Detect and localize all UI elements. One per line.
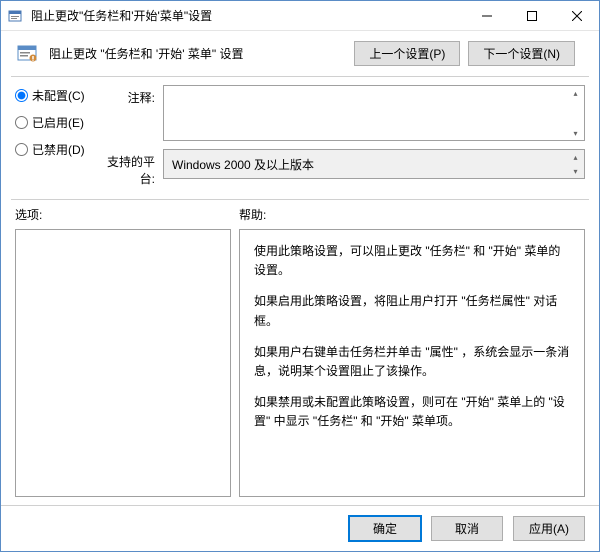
scroll-up-icon[interactable]: ▴ [567, 150, 584, 164]
comment-label: 注释: [95, 85, 155, 106]
radio-enabled-input[interactable] [15, 116, 28, 129]
next-setting-button[interactable]: 下一个设置(N) [468, 41, 575, 66]
fields-column: 注释: ▴ ▾ 支持的平台: Windows 2000 及以上版本 ▴ [95, 85, 585, 187]
help-label: 帮助: [239, 206, 266, 223]
radio-disabled[interactable]: 已禁用(D) [15, 141, 95, 158]
platform-label: 支持的平台: [95, 149, 155, 187]
radio-disabled-input[interactable] [15, 143, 28, 156]
config-section: 未配置(C) 已启用(E) 已禁用(D) 注释: ▴ ▾ [1, 85, 599, 195]
scroll-down-icon[interactable]: ▾ [567, 164, 584, 178]
help-paragraph: 如果禁用或未配置此策略设置，则可在 "开始" 菜单上的 "设置" 中显示 "任务… [254, 393, 570, 431]
help-panel: 使用此策略设置，可以阻止更改 "任务栏" 和 "开始" 菜单的设置。 如果启用此… [239, 229, 585, 497]
policy-title: 阻止更改 "任务栏和 '开始' 菜单" 设置 [49, 45, 344, 62]
supported-platform-box: Windows 2000 及以上版本 ▴ ▾ [163, 149, 585, 179]
divider [11, 199, 589, 200]
radio-label: 已禁用(D) [32, 141, 85, 158]
close-button[interactable] [554, 1, 599, 30]
panels-row: 使用此策略设置，可以阻止更改 "任务栏" 和 "开始" 菜单的设置。 如果启用此… [1, 229, 599, 505]
panel-labels: 选项: 帮助: [1, 206, 599, 229]
divider [11, 76, 589, 77]
scroll-down-icon[interactable]: ▾ [567, 126, 584, 140]
state-radio-group: 未配置(C) 已启用(E) 已禁用(D) [15, 85, 95, 187]
radio-label: 已启用(E) [32, 114, 84, 131]
titlebar: 阻止更改"任务栏和'开始'菜单"设置 [1, 1, 599, 31]
previous-setting-button[interactable]: 上一个设置(P) [354, 41, 460, 66]
window-controls [464, 1, 599, 30]
radio-enabled[interactable]: 已启用(E) [15, 114, 95, 131]
ok-button[interactable]: 确定 [349, 516, 421, 541]
minimize-button[interactable] [464, 1, 509, 30]
scroll-arrows: ▴ ▾ [567, 150, 584, 178]
options-panel [15, 229, 231, 497]
cancel-button[interactable]: 取消 [431, 516, 503, 541]
radio-not-configured[interactable]: 未配置(C) [15, 87, 95, 104]
radio-label: 未配置(C) [32, 87, 85, 104]
maximize-button[interactable] [509, 1, 554, 30]
apply-button[interactable]: 应用(A) [513, 516, 585, 541]
help-paragraph: 使用此策略设置，可以阻止更改 "任务栏" 和 "开始" 菜单的设置。 [254, 242, 570, 280]
header-row: 阻止更改 "任务栏和 '开始' 菜单" 设置 上一个设置(P) 下一个设置(N) [1, 31, 599, 76]
help-paragraph: 如果用户右键单击任务栏并单击 "属性" ，系统会显示一条消息，说明某个设置阻止了… [254, 343, 570, 381]
scroll-arrows: ▴ ▾ [567, 86, 584, 140]
radio-not-configured-input[interactable] [15, 89, 28, 102]
window-title: 阻止更改"任务栏和'开始'菜单"设置 [29, 7, 464, 24]
help-paragraph: 如果启用此策略设置，将阻止用户打开 "任务栏属性" 对话框。 [254, 292, 570, 330]
app-icon [7, 8, 23, 24]
comment-textarea[interactable]: ▴ ▾ [163, 85, 585, 141]
dialog-footer: 确定 取消 应用(A) [1, 505, 599, 551]
client-area: 阻止更改 "任务栏和 '开始' 菜单" 设置 上一个设置(P) 下一个设置(N)… [1, 31, 599, 551]
platform-value: Windows 2000 及以上版本 [172, 158, 314, 172]
policy-icon [15, 42, 39, 66]
options-label: 选项: [15, 206, 239, 223]
scroll-up-icon[interactable]: ▴ [567, 86, 584, 100]
policy-editor-window: 阻止更改"任务栏和'开始'菜单"设置 阻止更改 "任务栏和 '开始' 菜单" 设… [0, 0, 600, 552]
